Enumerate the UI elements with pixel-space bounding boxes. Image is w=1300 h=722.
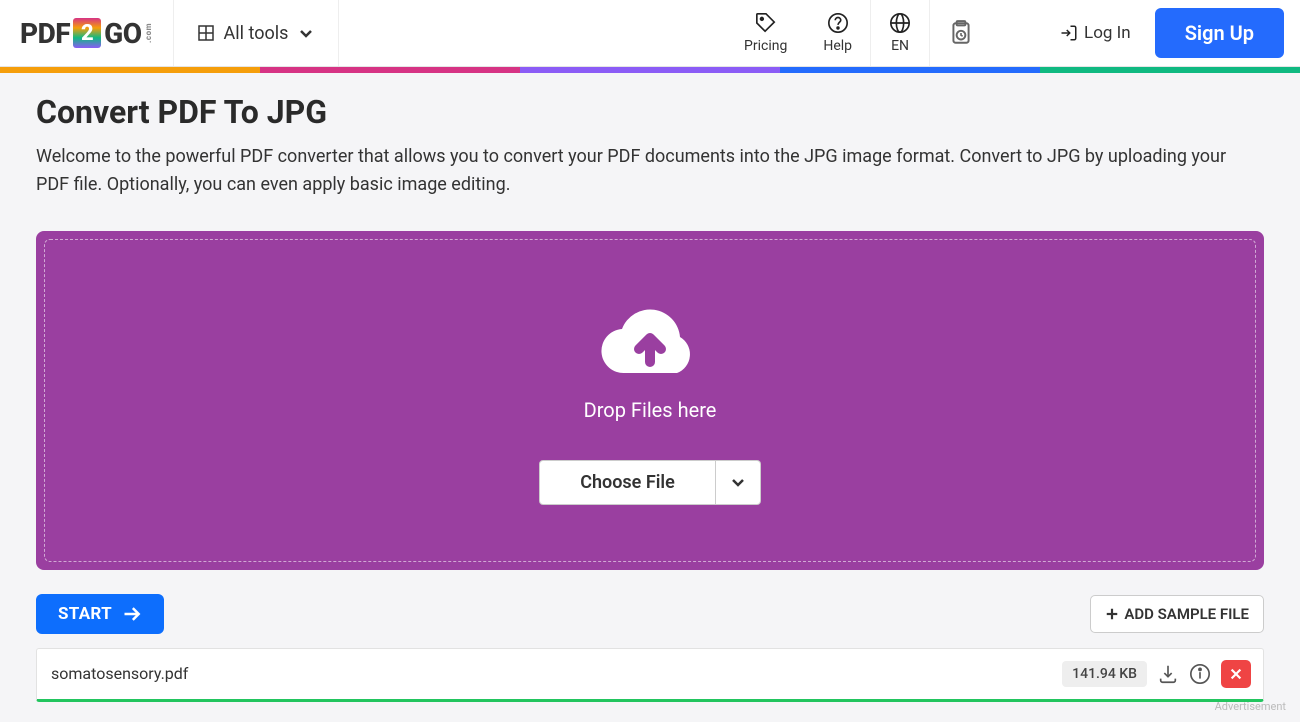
page-subtitle: Welcome to the powerful PDF converter th… [36, 143, 1236, 199]
login-label: Log In [1084, 23, 1131, 43]
tag-icon [755, 12, 777, 34]
dropzone[interactable]: Drop Files here Choose File [36, 231, 1264, 570]
add-sample-label: ADD SAMPLE FILE [1124, 605, 1249, 623]
chevron-down-icon [730, 474, 746, 490]
question-icon [827, 12, 849, 34]
advertisement-label: Advertisement [1215, 700, 1286, 713]
language-label: EN [891, 38, 909, 54]
cloud-upload-icon [595, 302, 705, 384]
main-content: Convert PDF To JPG Welcome to the powerf… [0, 73, 1300, 722]
choose-file-group: Choose File [539, 460, 761, 505]
logo[interactable]: PDF 2 GO .com [0, 0, 174, 66]
history-link[interactable] [929, 0, 992, 66]
file-name: somatosensory.pdf [49, 664, 1052, 683]
page-title: Convert PDF To JPG [36, 93, 1264, 131]
file-size: 141.94 KB [1062, 661, 1147, 687]
info-icon[interactable] [1189, 663, 1211, 685]
color-strip [0, 67, 1300, 73]
help-label: Help [823, 38, 852, 54]
close-icon [1229, 667, 1243, 681]
logo-pdf: PDF [20, 17, 70, 50]
pricing-link[interactable]: Pricing [726, 0, 805, 66]
login-icon [1060, 24, 1078, 42]
file-row: somatosensory.pdf 141.94 KB [36, 648, 1264, 702]
pricing-label: Pricing [744, 38, 787, 54]
logo-box-icon: 2 [73, 18, 101, 48]
logo-suffix: .com [144, 23, 153, 43]
all-tools-label: All tools [224, 23, 289, 44]
chevron-down-icon [298, 25, 314, 41]
choose-file-button[interactable]: Choose File [539, 460, 716, 505]
drop-label: Drop Files here [584, 398, 717, 422]
header: PDF 2 GO .com All tools Pricing Help EN … [0, 0, 1300, 67]
arrow-right-icon [122, 604, 142, 624]
action-row: START ADD SAMPLE FILE [36, 594, 1264, 634]
logo-go: GO [104, 17, 141, 50]
help-link[interactable]: Help [805, 0, 870, 66]
start-label: START [58, 604, 112, 624]
download-icon[interactable] [1157, 663, 1179, 685]
signup-button[interactable]: Sign Up [1155, 8, 1284, 58]
dropzone-inner: Drop Files here Choose File [44, 239, 1256, 562]
clipboard-history-icon [948, 20, 974, 46]
remove-file-button[interactable] [1221, 660, 1251, 688]
start-button[interactable]: START [36, 594, 164, 634]
globe-icon [889, 12, 911, 34]
add-sample-button[interactable]: ADD SAMPLE FILE [1090, 595, 1264, 633]
login-button[interactable]: Log In [1042, 0, 1149, 66]
choose-file-dropdown[interactable] [716, 460, 761, 505]
all-tools-menu[interactable]: All tools [174, 0, 340, 66]
language-selector[interactable]: EN [870, 0, 929, 66]
plus-icon [1105, 607, 1119, 621]
grid-icon [198, 25, 214, 41]
